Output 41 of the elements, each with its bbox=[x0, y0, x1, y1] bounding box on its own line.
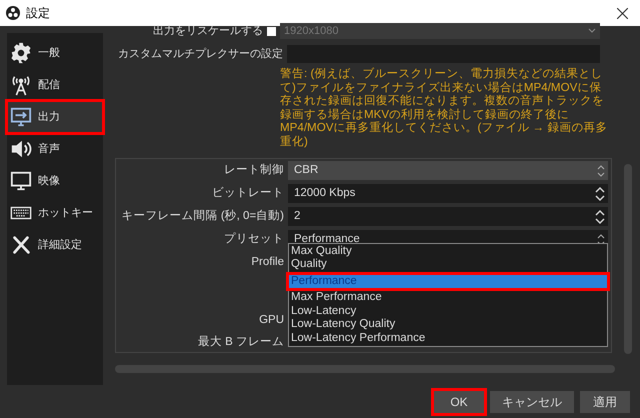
close-icon[interactable] bbox=[617, 8, 628, 18]
monitor-icon bbox=[10, 170, 32, 192]
custom-muxer-label: カスタムマルチプレクサーの設定 bbox=[117, 46, 283, 62]
setting-label: 最大 B フレーム bbox=[198, 334, 284, 350]
dropdown-option[interactable]: Quality bbox=[289, 258, 607, 272]
spin-arrows-icon[interactable] bbox=[595, 184, 605, 203]
sidebar-item[interactable]: 一般 bbox=[7, 37, 103, 69]
antenna-icon bbox=[10, 74, 32, 96]
dialog-button[interactable]: 適用 bbox=[580, 391, 630, 413]
dropdown-option[interactable]: Low-Latency bbox=[289, 304, 607, 318]
window-title: 設定 bbox=[26, 5, 51, 22]
gear-icon bbox=[10, 42, 32, 64]
updown-caret-icon[interactable] bbox=[597, 164, 605, 177]
setting-label: Profile bbox=[251, 254, 284, 270]
dialog-button[interactable]: キャンセル bbox=[490, 391, 574, 413]
speaker-icon bbox=[10, 138, 32, 160]
setting-label: ビットレート bbox=[212, 186, 284, 201]
setting-label: キーフレーム間隔 (秒, 0=自動) bbox=[122, 208, 284, 224]
setting-label: プリセット bbox=[224, 231, 284, 247]
sidebar-item[interactable]: 音声 bbox=[7, 133, 103, 165]
app-logo-icon bbox=[6, 6, 20, 20]
sidebar-item[interactable]: 映像 bbox=[7, 165, 103, 197]
sidebar-item[interactable]: ホットキー bbox=[7, 197, 103, 229]
sidebar-item[interactable]: 配信 bbox=[7, 69, 103, 101]
tools-icon bbox=[10, 234, 32, 256]
rescale-label: 出力をリスケールする bbox=[153, 24, 263, 39]
monitor-arrow-icon bbox=[10, 106, 32, 128]
spin-field[interactable]: 2 bbox=[288, 207, 608, 226]
setting-label: レート制御 bbox=[224, 162, 284, 178]
spin-field[interactable]: 12000 Kbps bbox=[288, 184, 608, 204]
sidebar-item[interactable]: 詳細設定 bbox=[7, 229, 103, 261]
dropdown-option[interactable]: Max Performance bbox=[289, 291, 607, 305]
dialog-button[interactable]: OK bbox=[434, 391, 484, 413]
select-field[interactable]: CBR bbox=[288, 161, 608, 180]
setting-label: GPU bbox=[259, 313, 284, 328]
spin-arrows-icon[interactable] bbox=[595, 208, 605, 226]
sidebar-item[interactable]: 出力 bbox=[7, 101, 103, 133]
updown-caret-icon[interactable] bbox=[597, 234, 605, 246]
warning-text: 警告: (例えば、ブルースクリーン、電力損失などの結果として)ファイルをファイナライズ出来ない場合はMP4/MOVに保存された録画は回復不能になります。複数の音声トラックを録画する場合はMKVの利用を検討して録画の終了後にMP4/MOVに再多重化してください。(ファイル → 録画の再多重化) bbox=[280, 67, 608, 149]
dropdown-option[interactable]: Low-Latency Quality bbox=[289, 318, 607, 332]
dropdown-option[interactable]: Low-Latency Performance bbox=[289, 332, 607, 346]
